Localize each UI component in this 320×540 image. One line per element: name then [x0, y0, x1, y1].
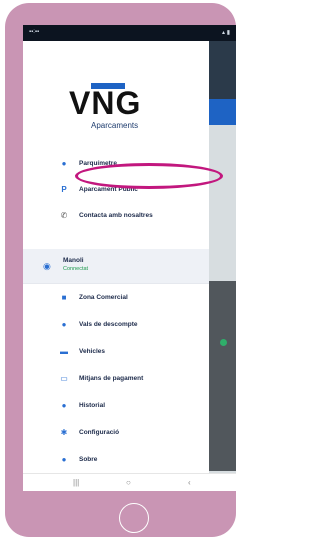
menu-item-label: Vehicles: [79, 347, 106, 355]
status-icons: ▴ ▮: [222, 30, 230, 36]
phone-icon: ✆: [60, 210, 68, 220]
menu-item-configuracio[interactable]: ✱ Configuració: [23, 422, 209, 442]
logo-text: VNG: [69, 85, 142, 121]
home-icon[interactable]: ○: [126, 478, 131, 487]
highlight-ellipse: [75, 163, 223, 189]
menu-item-vals-descompte[interactable]: ● Vals de descompte: [23, 314, 209, 334]
user-profile[interactable]: ◉ Manoli Connectat: [23, 249, 209, 283]
status-bar: ▪▪:▪▪ ▴ ▮: [23, 25, 236, 41]
coupon-icon: ●: [61, 319, 67, 329]
phone-screen: ▪▪:▪▪ ▴ ▮ VNG Aparcaments ● Parquímetre …: [23, 25, 236, 491]
card-icon: ▭: [60, 373, 68, 383]
map-marker-icon[interactable]: [220, 339, 227, 346]
menu-item-label: Sobre: [79, 455, 98, 463]
phone-home-button: [119, 503, 149, 533]
menu-item-label: Zona Comercial: [79, 293, 128, 301]
android-nav-bar: ||| ○ ‹: [23, 473, 236, 491]
phone-frame: ▪▪:▪▪ ▴ ▮ VNG Aparcaments ● Parquímetre …: [5, 3, 236, 537]
parking-icon: P: [61, 184, 67, 194]
map-overlay: [209, 281, 236, 471]
info-icon: ●: [61, 454, 67, 464]
back-icon[interactable]: ‹: [188, 478, 191, 487]
menu-item-label: Mitjans de pagament: [79, 374, 144, 382]
history-icon: ●: [61, 400, 67, 410]
status-time: ▪▪:▪▪: [29, 29, 40, 35]
menu-item-sobre[interactable]: ● Sobre: [23, 449, 209, 469]
menu-item-label: Contacta amb nosaltres: [79, 211, 153, 219]
navigation-drawer: VNG Aparcaments ● Parquímetre P Aparcame…: [23, 41, 209, 473]
recent-apps-icon[interactable]: |||: [73, 478, 79, 487]
user-icon: ◉: [43, 261, 51, 271]
app-logo: VNG Aparcaments: [69, 83, 179, 130]
menu-item-label: Configuració: [79, 428, 120, 436]
logo-bar: [91, 83, 125, 89]
menu-item-label: Vals de descompte: [79, 320, 138, 328]
divider: [23, 283, 209, 284]
menu-item-label: Historial: [79, 401, 106, 409]
settings-icon: ✱: [60, 427, 68, 437]
location-pin-icon: ●: [61, 158, 67, 168]
user-status: Connectat: [63, 266, 89, 272]
menu-item-contacta[interactable]: ✆ Contacta amb nosaltres: [23, 205, 209, 225]
menu-item-vehicles[interactable]: ▬ Vehicles: [23, 341, 209, 361]
car-icon: ▬: [60, 346, 68, 356]
user-name: Manoli: [63, 257, 84, 264]
shop-icon: ■: [61, 292, 67, 302]
menu-item-historial[interactable]: ● Historial: [23, 395, 209, 415]
menu-item-zona-comercial[interactable]: ■ Zona Comercial: [23, 287, 209, 307]
map-header: [209, 41, 236, 99]
menu-item-mitjans-pagament[interactable]: ▭ Mitjans de pagament: [23, 368, 209, 388]
map-blue-bar: [209, 99, 236, 125]
map-background: [209, 41, 236, 473]
logo-subtitle: Aparcaments: [91, 121, 139, 130]
